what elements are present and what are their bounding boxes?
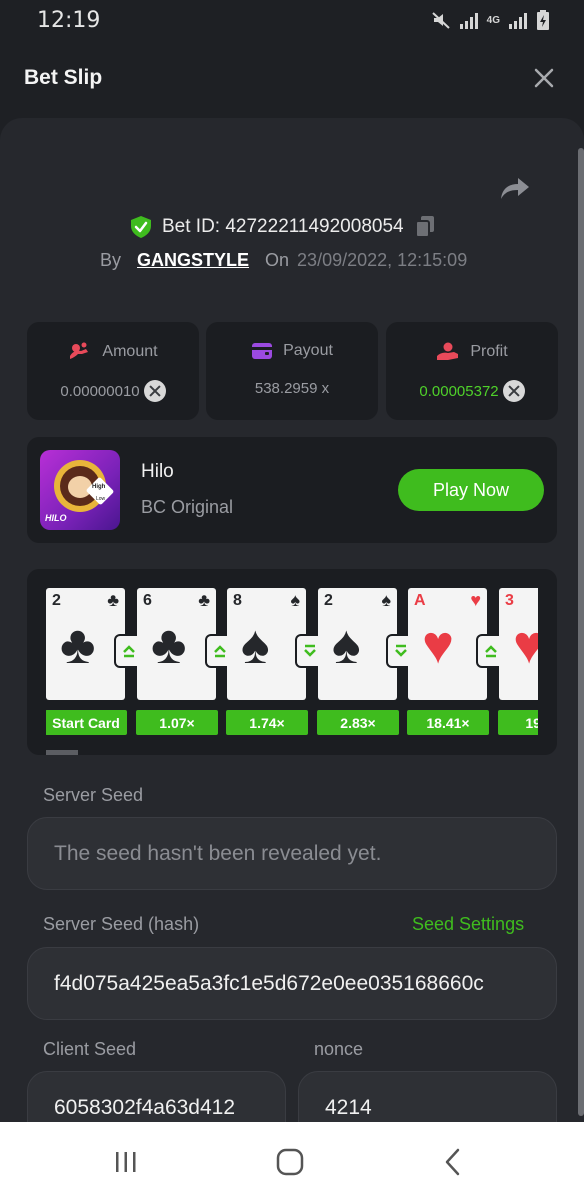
card-suit-small: ♠ <box>381 590 391 610</box>
client-seed-label: Client Seed <box>43 1039 137 1059</box>
username-link[interactable]: GANGSTYLE <box>137 250 249 271</box>
server-seed-label: Server Seed <box>43 785 144 805</box>
card-rank: 3 <box>505 592 514 609</box>
playing-card: 3♥♥ <box>499 588 538 700</box>
game-card: High Low HILO Hilo BC Original Play Now <box>27 437 557 543</box>
thumb-low-text: Low <box>96 496 106 502</box>
profit-value: 0.00005372 <box>419 382 499 400</box>
bet-date: 23/09/2022, 12:15:09 <box>297 250 468 270</box>
card-suit-small: ♥ <box>470 590 481 610</box>
payout-card: Payout 538.2959 x <box>206 322 378 420</box>
server-hash-label: Server Seed (hash) <box>43 914 200 934</box>
card-rank: 8 <box>233 592 242 609</box>
card-suit-large: ♥ <box>513 615 538 675</box>
amount-value: 0.00000010 <box>60 382 140 400</box>
by-label: By <box>100 250 122 270</box>
home-icon[interactable] <box>274 1146 306 1178</box>
page-title: Bet Slip <box>24 66 103 89</box>
coin-icon <box>502 380 525 402</box>
bet-id-row: Bet ID: 42722211492008054 <box>130 212 436 242</box>
playing-card: 2 ♣ ♣ <box>46 588 125 700</box>
multiplier-badge: 1.74× <box>226 710 308 735</box>
multiplier-badge: 2.83× <box>317 710 399 735</box>
status-time: 12:19 <box>37 8 101 33</box>
playing-card: 2 ♠ ♠ <box>318 588 397 700</box>
back-icon[interactable] <box>438 1146 470 1178</box>
bet-id: Bet ID: 42722211492008054 <box>162 216 404 237</box>
recent-apps-icon[interactable] <box>110 1146 142 1178</box>
cards-history-panel: 2 ♣ ♣ Start Card 6 ♣ ♣ 1.07× 8 ♠ ♠ 1.74× 2 ♠ ♠ 2.83× A ♥ ♥… <box>27 569 557 755</box>
card-suit-small: ♣ <box>107 590 119 610</box>
copy-icon[interactable] <box>414 215 436 239</box>
multiplier-badge: 1.07× <box>136 710 218 735</box>
server-hash-field[interactable]: f4d075a425ea5a3fc1e5d672e0ee035168660c <box>27 947 557 1020</box>
scrollbar[interactable] <box>578 148 584 1116</box>
status-bar: 12:19 4G <box>0 0 584 40</box>
multiplier-badge: Start Card <box>46 710 127 735</box>
server-seed-field[interactable]: The seed hasn't been revealed yet. <box>27 817 557 890</box>
profit-icon <box>437 342 459 360</box>
signal-icon-2 <box>509 13 527 29</box>
bet-author-row: By GANGSTYLE On 23/09/2022, 12:15:09 <box>100 250 467 276</box>
amount-label: Amount <box>102 343 158 360</box>
thumb-high-text: High <box>92 484 106 490</box>
signal-icon <box>459 13 478 29</box>
system-nav-bar <box>0 1122 584 1200</box>
playing-card: 8 ♠ ♠ <box>227 588 306 700</box>
shield-check-icon <box>131 216 151 238</box>
payout-value: 538.2959 x <box>254 380 330 397</box>
coin-icon <box>143 380 166 402</box>
amount-icon <box>70 342 89 359</box>
nonce-label: nonce <box>314 1039 364 1059</box>
thumb-logo-text: HILO <box>45 513 67 523</box>
card-rank: 2 <box>52 592 61 609</box>
game-subtitle: BC Original <box>141 497 234 517</box>
close-icon[interactable] <box>532 66 556 90</box>
amount-card: Amount 0.00000010 <box>27 322 199 420</box>
card-suit-small: ♣ <box>198 590 210 610</box>
header: Bet Slip <box>0 40 584 120</box>
playing-card: 6 ♣ ♣ <box>137 588 216 700</box>
share-icon[interactable] <box>500 176 530 200</box>
play-now-button[interactable]: Play Now <box>398 469 544 511</box>
profit-card: Profit 0.00005372 <box>386 322 558 420</box>
payout-label: Payout <box>283 342 333 359</box>
card-rank: 6 <box>143 592 152 609</box>
card-rank: A <box>414 592 426 609</box>
card-suit-large: ♣ <box>151 615 187 675</box>
status-icons: 4G <box>431 10 550 30</box>
game-name: Hilo <box>141 461 174 482</box>
cards-track[interactable]: 2 ♣ ♣ Start Card 6 ♣ ♣ 1.07× 8 ♠ ♠ 1.74× 2 ♠ ♠ 2.83× A ♥ ♥… <box>46 588 538 738</box>
on-label: On <box>265 250 290 270</box>
card-suit-large: ♠ <box>241 615 270 675</box>
network-type: 4G <box>486 14 500 26</box>
card-suit-small: ♠ <box>290 590 300 610</box>
wallet-icon <box>252 343 273 359</box>
playing-card: A ♥ ♥ <box>408 588 487 700</box>
battery-icon <box>537 10 549 30</box>
seed-settings-link[interactable]: Seed Settings <box>412 914 524 935</box>
cards-scroll-indicator[interactable] <box>46 750 78 755</box>
card-suit-large: ♥ <box>422 615 455 675</box>
card-suit-large: ♠ <box>332 615 361 675</box>
mute-icon <box>431 12 450 29</box>
card-rank: 2 <box>324 592 333 609</box>
profit-label: Profit <box>470 343 508 360</box>
game-thumbnail[interactable]: High Low HILO <box>40 450 120 530</box>
multiplier-badge: 18.41× <box>407 710 489 735</box>
multiplier-badge: 19.9 <box>498 710 538 735</box>
card-suit-large: ♣ <box>60 615 96 675</box>
